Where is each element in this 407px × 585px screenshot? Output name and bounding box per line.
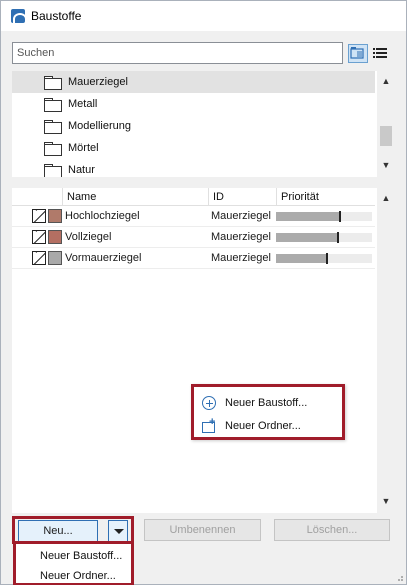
scroll-down-icon[interactable]: ▼ [377, 493, 395, 509]
folder-icon [44, 75, 62, 90]
dropdown-item-new-material[interactable]: Neuer Baustoff... [16, 546, 131, 566]
folder-item-metall[interactable]: Metall [12, 93, 375, 115]
column-header-priority[interactable]: Priorität [276, 188, 375, 206]
table-header: Name ID Priorität [12, 188, 375, 206]
folder-icon [44, 163, 62, 177]
priority-fill [276, 254, 326, 263]
row-name: Vollziegel [65, 231, 112, 243]
scroll-up-icon[interactable]: ▲ [377, 190, 395, 206]
title-bar: Baustoffe [1, 1, 406, 31]
window-title: Baustoffe [31, 9, 82, 23]
color-swatch [48, 230, 62, 244]
priority-marker [326, 253, 328, 264]
row-name: Vormauerziegel [65, 252, 142, 264]
table-row[interactable]: Vollziegel Mauerziegel [12, 227, 375, 248]
color-swatch [48, 251, 62, 265]
folder-scrollbar[interactable]: ▲ ▼ [377, 71, 395, 177]
dropdown-item-new-folder[interactable]: Neuer Ordner... [16, 566, 131, 585]
scroll-down-icon[interactable]: ▼ [377, 157, 395, 173]
new-folder-icon [202, 416, 216, 433]
folder-label: Modellierung [68, 120, 131, 132]
scroll-up-icon[interactable]: ▲ [377, 73, 395, 89]
priority-marker [339, 211, 341, 222]
folder-view-icon [350, 47, 364, 59]
row-id: Mauerziegel [211, 231, 271, 243]
folder-list: Mauerziegel Metall Modellierung Mörtel N… [12, 71, 375, 177]
new-button[interactable]: Neu... [18, 520, 98, 542]
folder-icon [44, 119, 62, 134]
context-menu: Neuer Baustoff... Neuer Ordner... [191, 384, 345, 440]
folder-icon [44, 141, 62, 156]
search-input[interactable] [12, 42, 343, 64]
table-row[interactable]: Vormauerziegel Mauerziegel [12, 248, 375, 269]
column-header-id[interactable]: ID [208, 188, 276, 206]
priority-marker [337, 232, 339, 243]
row-name: Hochlochziegel [65, 210, 140, 222]
folder-icon [44, 97, 62, 112]
baustoffe-window: Baustoffe Suchen Mauerziegel Metall Mode… [0, 0, 407, 585]
column-header-name[interactable]: Name [62, 188, 208, 206]
color-swatch [48, 209, 62, 223]
menu-item-label: Neuer Baustoff... [225, 397, 308, 409]
row-id: Mauerziegel [211, 210, 271, 222]
menu-item-new-material[interactable]: Neuer Baustoff... [202, 393, 307, 413]
table-scrollbar[interactable]: ▲ ▼ [377, 188, 395, 513]
folder-view-button[interactable] [348, 44, 368, 63]
rename-button[interactable]: Umbenennen [144, 519, 261, 541]
archicad-icon [11, 9, 25, 23]
new-dropdown-arrow-icon[interactable] [108, 520, 128, 542]
table-row[interactable]: Hochlochziegel Mauerziegel [12, 206, 375, 227]
add-circle-icon [202, 396, 216, 410]
scrollbar-thumb[interactable] [380, 126, 392, 146]
menu-item-new-folder[interactable]: Neuer Ordner... [202, 416, 301, 436]
hatch-symbol-icon [32, 251, 46, 265]
folder-label: Mörtel [68, 142, 99, 154]
list-view-button[interactable] [371, 44, 391, 63]
folder-item-mauerziegel[interactable]: Mauerziegel [12, 71, 375, 93]
search-row [12, 42, 394, 64]
folder-tree: Mauerziegel Metall Modellierung Mörtel N… [12, 71, 395, 177]
priority-bar [276, 232, 372, 243]
hatch-symbol-icon [32, 209, 46, 223]
hatch-symbol-icon [32, 230, 46, 244]
delete-button[interactable]: Löschen... [274, 519, 390, 541]
button-row: Neu... Umbenennen Löschen... [12, 516, 397, 544]
folder-item-modellierung[interactable]: Modellierung [12, 115, 375, 137]
folder-label: Mauerziegel [68, 76, 128, 88]
new-dropdown-menu: Neuer Baustoff... Neuer Ordner... [13, 541, 134, 585]
resize-grip-icon[interactable] [394, 572, 404, 582]
priority-fill [276, 212, 339, 221]
list-view-icon [373, 48, 387, 58]
folder-label: Natur [68, 164, 95, 176]
priority-fill [276, 233, 337, 242]
folder-item-moertel[interactable]: Mörtel [12, 137, 375, 159]
row-id: Mauerziegel [211, 252, 271, 264]
priority-bar [276, 211, 372, 222]
menu-item-label: Neuer Ordner... [225, 420, 301, 432]
folder-item-natur[interactable]: Natur [12, 159, 375, 177]
material-table: Name ID Priorität Hochlochziegel Mauerzi… [12, 188, 395, 513]
folder-label: Metall [68, 98, 98, 110]
priority-bar [276, 253, 372, 264]
